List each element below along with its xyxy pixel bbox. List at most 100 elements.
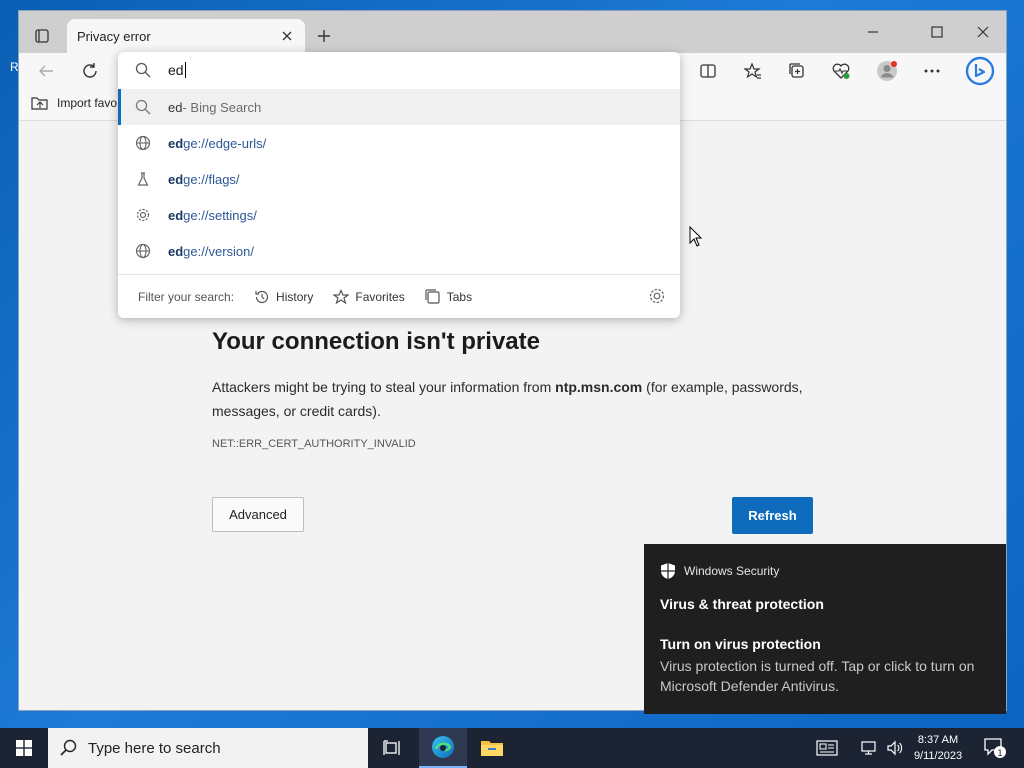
taskbar-search-placeholder: Type here to search — [88, 739, 221, 757]
import-favorites-label: Import favo — [57, 96, 118, 110]
bing-copilot-icon — [965, 56, 995, 86]
import-favorites-link[interactable]: Import favo — [31, 95, 117, 111]
news-icon — [816, 740, 838, 756]
address-bar[interactable]: ed — [118, 52, 680, 88]
plus-icon — [318, 30, 330, 42]
tab-privacy-error[interactable]: Privacy error — [67, 19, 305, 53]
close-icon — [977, 26, 989, 38]
search-icon — [118, 99, 168, 115]
maximize-icon — [931, 26, 943, 38]
taskbar-edge-button[interactable] — [419, 728, 467, 768]
text-caret — [184, 62, 186, 78]
clock-time: 8:37 AM — [917, 734, 959, 746]
collections-icon — [789, 63, 804, 78]
maximize-button[interactable] — [915, 19, 959, 45]
taskbar-clock[interactable]: 8:37 AM 9/11/2023 — [906, 732, 970, 764]
taskbar-search-box[interactable]: Type here to search — [48, 728, 368, 768]
suggestion-edge-version[interactable]: ed ge://version/ — [118, 233, 680, 269]
suggestion-url-rest: ge://version/ — [183, 243, 254, 259]
new-tab-button[interactable] — [311, 23, 337, 49]
tab-close-button[interactable] — [275, 24, 299, 48]
suggestion-suffix: - Bing Search — [182, 99, 262, 115]
toast-app-name: Windows Security — [684, 564, 780, 578]
taskbar: Type here to search 8:37 AM 9/11/2023 1 — [0, 728, 1024, 768]
notification-count: 1 — [997, 749, 1003, 759]
title-bar: Privacy error — [19, 11, 1006, 53]
filter-label: Filter your search: — [138, 289, 235, 304]
close-icon — [282, 31, 292, 41]
windows-security-notification[interactable]: Windows Security Virus & threat protecti… — [644, 544, 1006, 714]
close-window-button[interactable] — [961, 19, 1005, 45]
filter-tabs-button[interactable]: Tabs — [425, 288, 473, 305]
globe-icon — [118, 135, 168, 151]
suggestion-edge-flags[interactable]: ed ge://flags/ — [118, 161, 680, 197]
tray-network-button[interactable] — [858, 728, 880, 768]
error-code: NET::ERR_CERT_AUTHORITY_INVALID — [212, 438, 416, 450]
gear-icon — [118, 207, 168, 223]
minimize-icon — [868, 31, 878, 33]
suggestion-edge-urls[interactable]: ed ge://edge-urls/ — [118, 125, 680, 161]
search-filter-row: Filter your search: History Favorites Ta… — [118, 274, 680, 318]
address-bar-dropdown: ed ed - Bing Search ed ge://edge-urls/ ed… — [118, 52, 680, 318]
error-description: Attackers might be trying to steal your … — [212, 375, 822, 423]
suggestion-list: ed - Bing Search ed ge://edge-urls/ ed ge:… — [118, 89, 680, 269]
tray-news-button[interactable] — [810, 728, 844, 768]
suggestion-match: ed — [168, 171, 184, 187]
import-folder-icon — [31, 97, 48, 110]
taskbar-file-explorer-button[interactable] — [468, 728, 516, 768]
filter-history-label: History — [276, 289, 314, 304]
favorites-star-icon — [744, 62, 761, 79]
volume-icon — [887, 740, 903, 756]
suggestion-bing-search[interactable]: ed - Bing Search — [118, 89, 680, 125]
tray-volume-button[interactable] — [884, 728, 906, 768]
gear-icon — [649, 288, 665, 304]
toast-title: Turn on virus protection — [660, 636, 821, 652]
suggestion-match: ed — [168, 243, 184, 259]
split-screen-icon — [700, 64, 716, 78]
suggestion-match: ed — [168, 135, 184, 151]
search-icon — [118, 62, 168, 78]
back-arrow-icon — [39, 65, 53, 77]
profile-button[interactable] — [872, 57, 902, 85]
task-view-button[interactable] — [368, 728, 416, 768]
bing-chat-button[interactable] — [963, 56, 997, 86]
avatar-icon — [877, 61, 897, 81]
task-view-icon — [383, 740, 400, 755]
split-screen-button[interactable] — [693, 57, 723, 85]
suggestion-query: ed — [168, 99, 183, 115]
search-settings-button[interactable] — [648, 287, 666, 308]
flask-icon — [118, 171, 168, 187]
filter-favorites-button[interactable]: Favorites — [333, 288, 405, 305]
advanced-button[interactable]: Advanced — [212, 497, 304, 532]
address-bar-value: ed — [168, 62, 184, 78]
action-center-button[interactable]: 1 — [980, 728, 1010, 768]
more-icon — [924, 69, 940, 73]
collections-button[interactable] — [782, 57, 812, 85]
minimize-button[interactable] — [851, 19, 895, 45]
suggestion-url-rest: ge://edge-urls/ — [183, 135, 267, 151]
tab-actions-icon — [35, 29, 49, 43]
heart-pulse-icon — [832, 63, 850, 79]
browser-essentials-button[interactable] — [826, 57, 856, 85]
clock-date: 9/11/2023 — [913, 750, 963, 762]
refresh-page-button[interactable]: Refresh — [732, 497, 813, 534]
start-button[interactable] — [0, 728, 48, 768]
network-icon — [861, 741, 876, 755]
globe-icon — [118, 243, 168, 259]
notification-icon: 1 — [984, 738, 1006, 759]
favorites-button[interactable] — [738, 57, 768, 85]
mouse-pointer-icon — [689, 226, 703, 247]
windows-logo-icon — [16, 740, 32, 756]
suggestion-url-rest: ge://settings/ — [183, 207, 257, 223]
filter-tabs-label: Tabs — [446, 289, 473, 304]
filter-history-button[interactable]: History — [254, 289, 313, 305]
search-icon — [60, 739, 77, 756]
suggestion-edge-settings[interactable]: ed ge://settings/ — [118, 197, 680, 233]
suggestion-url-rest: ge://flags/ — [183, 171, 240, 187]
filter-favorites-label: Favorites — [355, 289, 405, 304]
settings-and-more-button[interactable] — [917, 57, 947, 85]
tab-actions-button[interactable] — [29, 23, 55, 49]
refresh-button[interactable] — [75, 57, 105, 85]
edge-icon — [432, 736, 454, 758]
back-button[interactable] — [31, 57, 61, 85]
